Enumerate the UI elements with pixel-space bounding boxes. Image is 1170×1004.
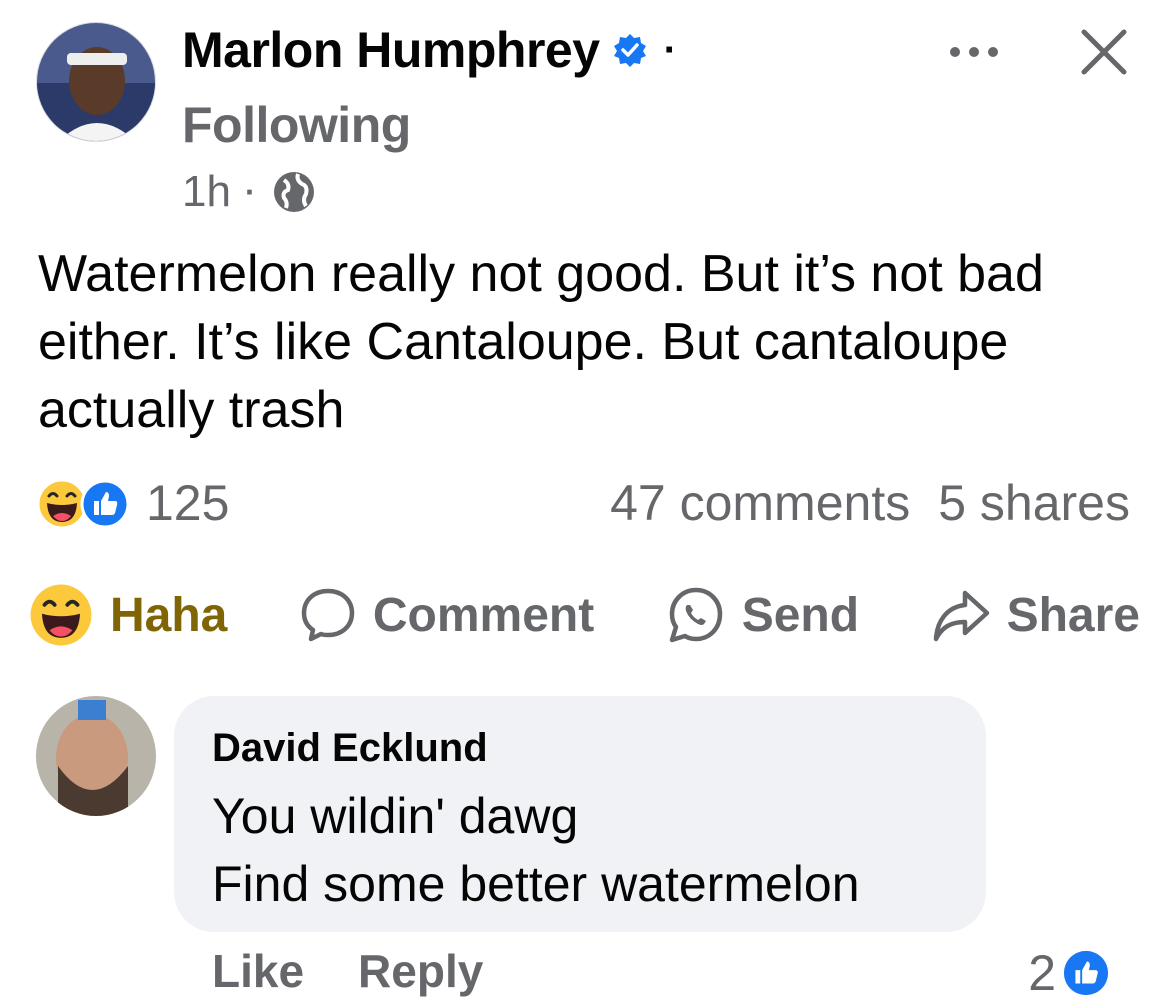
share-arrow-icon — [933, 590, 989, 642]
action-bar: Haha Comment Send Share — [28, 580, 1140, 650]
comment-icon — [301, 588, 355, 642]
close-button[interactable] — [1074, 22, 1134, 82]
author-avatar[interactable] — [36, 22, 156, 142]
close-icon — [1081, 29, 1127, 75]
verified-badge-icon — [613, 34, 646, 67]
engagement-stats: 47 comments 5 shares — [610, 474, 1130, 532]
post-time[interactable]: 1h — [182, 167, 231, 217]
send-label: Send — [741, 588, 860, 642]
like-badge-icon — [1063, 950, 1109, 996]
comment-text: You wildin' dawg Find some better waterm… — [212, 782, 860, 918]
comment-line: Find some better watermelon — [212, 856, 860, 912]
whatsapp-icon — [669, 587, 722, 643]
share-label: Share — [1006, 588, 1140, 642]
commenter-name[interactable]: David Ecklund — [212, 726, 488, 771]
send-button[interactable]: Send — [666, 585, 859, 645]
post-meta: 1h · — [182, 164, 318, 220]
follow-status[interactable]: Following — [182, 96, 411, 154]
comment-reply-button[interactable]: Reply — [358, 944, 483, 998]
comment-bubble: David Ecklund You wildin' dawg Find some… — [174, 696, 986, 932]
author-name[interactable]: Marlon Humphrey — [182, 21, 600, 79]
comment-like-button[interactable]: Like — [212, 944, 304, 998]
comment-line: You wildin' dawg — [212, 788, 579, 844]
reaction-count[interactable]: 125 — [146, 474, 229, 532]
share-button[interactable]: Share — [931, 587, 1140, 643]
author-row: Marlon Humphrey · — [182, 18, 677, 82]
like-badge-icon — [80, 479, 130, 529]
comment-button[interactable]: Comment — [299, 586, 594, 644]
haha-label: Haha — [110, 588, 228, 642]
comment-label: Comment — [372, 588, 595, 642]
reaction-icons[interactable] — [36, 478, 130, 530]
post-card: Marlon Humphrey · Following 1h · Waterme… — [0, 0, 1170, 1004]
comments-count[interactable]: 47 comments — [610, 474, 910, 532]
more-horizontal-icon — [950, 47, 998, 57]
meta-dot: · — [244, 173, 256, 210]
comment-like-count[interactable]: 2 — [1028, 944, 1110, 1002]
comment-actions: Like Reply — [212, 944, 483, 998]
comment-like-number: 2 — [1028, 945, 1056, 1001]
commenter-avatar[interactable] — [36, 696, 156, 816]
separator-dot: · — [663, 28, 677, 72]
haha-reaction-button[interactable]: Haha — [28, 582, 227, 648]
post-text: Watermelon really not good. But it’s not… — [38, 245, 1044, 439]
more-options-button[interactable] — [944, 30, 1004, 74]
shares-count[interactable]: 5 shares — [938, 474, 1130, 532]
haha-emoji-icon — [30, 584, 92, 646]
globe-icon — [273, 172, 314, 212]
